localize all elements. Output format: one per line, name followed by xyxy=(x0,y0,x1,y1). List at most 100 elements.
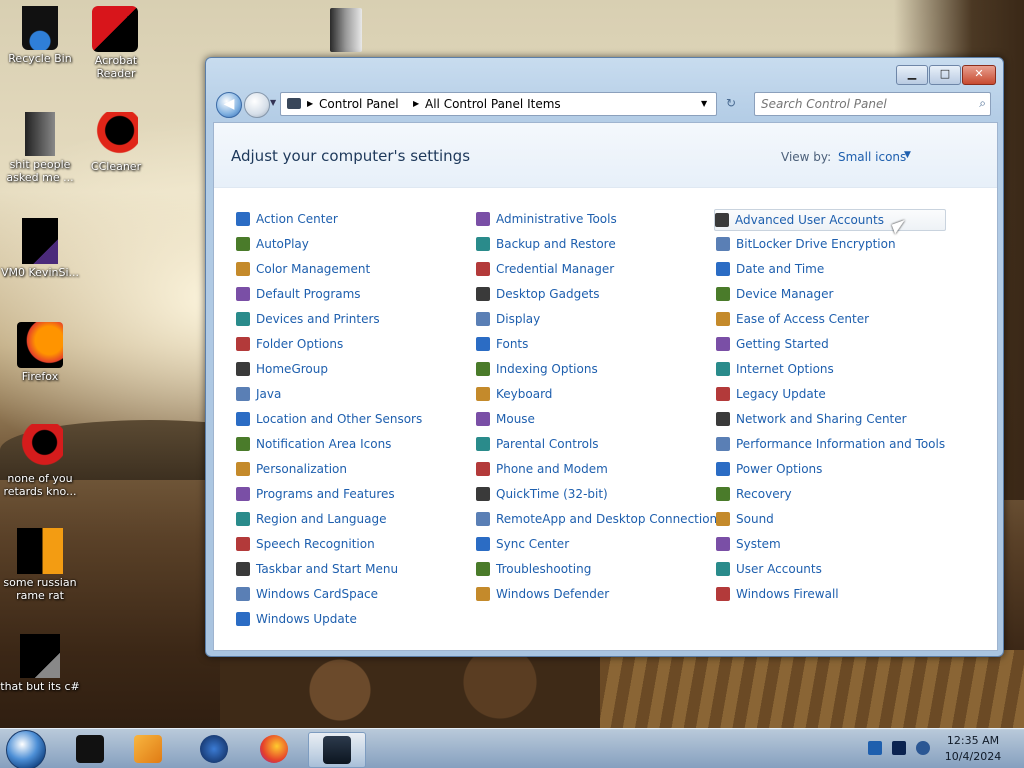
cp-item-icon xyxy=(236,462,250,476)
address-box[interactable]: ▶ Control Panel ▶ All Control Panel Item… xyxy=(280,92,717,116)
cp-item-icon xyxy=(236,587,250,601)
view-by-label: View by: xyxy=(781,150,832,164)
terminal-app-icon xyxy=(76,735,104,763)
volume-icon[interactable] xyxy=(916,741,930,755)
cp-item-label: Devices and Printers xyxy=(256,312,380,326)
start-button[interactable] xyxy=(6,730,46,768)
minimize-button[interactable]: ▁ xyxy=(896,65,928,85)
cp-item-label: Taskbar and Start Menu xyxy=(256,562,399,576)
cp-item-label: Personalization xyxy=(256,462,347,476)
desktop-icon-vm[interactable]: VM0 KevinSi... xyxy=(0,218,80,279)
cp-item-icon xyxy=(716,437,730,451)
maximize-button[interactable]: □ xyxy=(929,65,961,85)
ccleaner-icon xyxy=(92,112,138,158)
cp-item-label: RemoteApp and Desktop Connections xyxy=(496,512,724,526)
control-panel-icon xyxy=(323,736,351,764)
cp-item-advanced-user-accounts[interactable]: Advanced User Accounts xyxy=(714,209,946,231)
cp-item-label: Recovery xyxy=(736,487,792,501)
desktop-icon-label: VM0 KevinSi... xyxy=(0,266,79,279)
cp-item-icon xyxy=(716,337,730,351)
taskbar-app-firefox[interactable] xyxy=(246,732,302,766)
cp-item-icon xyxy=(236,437,250,451)
breadcrumb-control-panel[interactable]: Control Panel xyxy=(319,93,399,115)
breadcrumb-all-items[interactable]: All Control Panel Items xyxy=(425,93,561,115)
search-box[interactable]: ⌕ xyxy=(754,92,991,116)
close-button[interactable]: ✕ xyxy=(962,65,996,85)
cp-item-icon xyxy=(476,337,490,351)
cp-item-icon xyxy=(476,537,490,551)
refresh-icon[interactable]: ↻ xyxy=(726,96,736,110)
cp-item-label: Desktop Gadgets xyxy=(496,287,600,301)
cp-item-icon xyxy=(236,212,250,226)
cp-item-label: Getting Started xyxy=(736,337,829,351)
folder-icon xyxy=(25,112,55,156)
cp-item-label: Advanced User Accounts xyxy=(735,213,884,227)
view-by-dropdown[interactable]: Small icons xyxy=(838,150,906,164)
desktop-icon-app[interactable]: some russian rame rat xyxy=(0,528,80,602)
cp-item-icon xyxy=(716,362,730,376)
recent-pages-dropdown[interactable]: ▼ xyxy=(270,98,276,107)
cp-item-icon xyxy=(236,387,250,401)
globe-icon xyxy=(200,735,228,763)
cp-item-icon xyxy=(476,437,490,451)
desktop-icon-ccleaner[interactable]: CCleaner xyxy=(76,112,156,173)
cp-item-icon xyxy=(715,213,729,227)
taskbar-app-globe[interactable] xyxy=(186,732,242,766)
cp-item-icon xyxy=(716,537,730,551)
cp-item-icon xyxy=(716,387,730,401)
search-icon[interactable]: ⌕ xyxy=(979,96,986,111)
close-icon: ✕ xyxy=(974,67,984,80)
firefox-icon xyxy=(17,322,63,368)
taskbar-app-terminal[interactable] xyxy=(62,732,118,766)
cp-item-label: Power Options xyxy=(736,462,823,476)
cp-item-icon xyxy=(476,262,490,276)
media-player-icon xyxy=(134,735,162,763)
network-icon[interactable] xyxy=(892,741,906,755)
cp-item-label: User Accounts xyxy=(736,562,822,576)
cp-item-icon xyxy=(236,487,250,501)
acrobat-reader-icon xyxy=(92,6,138,52)
desktop-icon-firefox[interactable]: Firefox xyxy=(0,322,80,383)
clock[interactable]: 12:35 AM 10/4/2024 xyxy=(940,733,1006,765)
cp-item-icon xyxy=(716,562,730,576)
cp-item-label: Sound xyxy=(736,512,774,526)
folder-icon[interactable] xyxy=(330,8,362,52)
desktop-icon-label: Acrobat Reader xyxy=(94,54,138,80)
search-input[interactable] xyxy=(759,95,963,113)
breadcrumb-separator-icon[interactable]: ▶ xyxy=(307,93,313,115)
cp-item-label: Parental Controls xyxy=(496,437,599,451)
desktop-icon-files[interactable]: that but its c# xyxy=(0,634,80,693)
desktop-icon-recycle-bin[interactable]: Recycle Bin xyxy=(0,6,80,65)
maximize-icon: □ xyxy=(939,67,951,80)
cp-item-label: Speech Recognition xyxy=(256,537,375,551)
cp-item-label: Folder Options xyxy=(256,337,344,351)
cp-item-icon xyxy=(716,462,730,476)
security-icon[interactable] xyxy=(868,741,882,755)
cp-item-icon xyxy=(476,487,490,501)
cp-item-label: Legacy Update xyxy=(736,387,826,401)
desktop-icon-folder[interactable]: shit people asked me ... xyxy=(0,112,80,184)
taskbar-app-control-panel[interactable] xyxy=(308,732,366,768)
cp-item-label: Java xyxy=(256,387,282,401)
cp-item-icon xyxy=(236,512,250,526)
taskbar-app-media-player[interactable] xyxy=(120,732,176,766)
cp-item-icon xyxy=(476,387,490,401)
desktop-icon-opera[interactable]: none of you retards kno... xyxy=(0,424,80,498)
cp-item-label: Troubleshooting xyxy=(496,562,592,576)
cp-item-icon xyxy=(716,412,730,426)
forward-button[interactable] xyxy=(244,92,270,118)
chevron-down-icon[interactable]: ▼ xyxy=(904,150,911,160)
desktop-icon-acrobat-reader[interactable]: Acrobat Reader xyxy=(76,6,156,80)
cp-item-icon xyxy=(236,312,250,326)
cp-item-icon xyxy=(236,537,250,551)
cp-item-icon xyxy=(476,312,490,326)
cp-item-label: Keyboard xyxy=(496,387,553,401)
cp-item-label: Date and Time xyxy=(736,262,825,276)
files-icon xyxy=(20,634,60,678)
address-dropdown-icon[interactable]: ▼ xyxy=(701,93,707,115)
taskbar: 12:35 AM 10/4/2024 xyxy=(0,728,1024,768)
breadcrumb-separator-icon[interactable]: ▶ xyxy=(413,93,419,115)
desktop: Recycle Bin Acrobat Reader shit people a… xyxy=(0,0,1024,768)
control-panel-window: ▁ □ ✕ ◀ ▼ ▶ Control Panel ▶ All Control … xyxy=(205,57,1004,657)
back-button[interactable]: ◀ xyxy=(216,92,242,118)
